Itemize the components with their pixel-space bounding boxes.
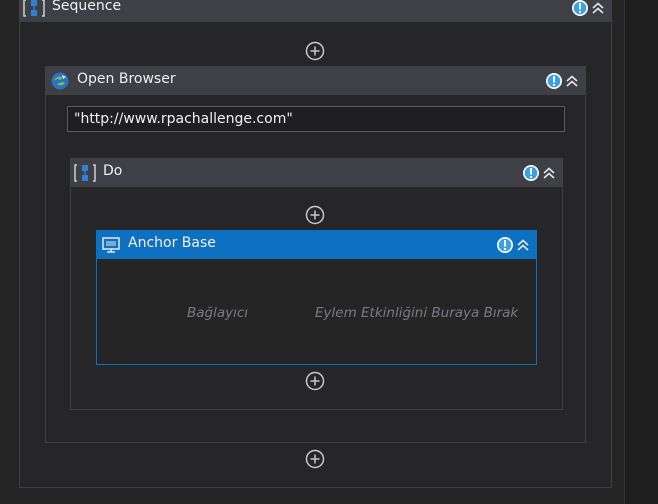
info-icon[interactable]	[496, 236, 514, 254]
collapse-chevron-icon[interactable]	[565, 74, 579, 88]
info-icon[interactable]	[545, 72, 563, 90]
do-header[interactable]: Do	[71, 159, 562, 187]
info-icon[interactable]	[571, 0, 589, 17]
collapse-chevron-icon[interactable]	[542, 166, 556, 180]
anchor-base-activity[interactable]: Anchor Base Bağlayıcı Eylem Etkinliğini …	[96, 230, 537, 365]
collapse-chevron-icon[interactable]	[591, 1, 605, 15]
sequence-header[interactable]: Sequence	[20, 0, 611, 22]
open-browser-title: Open Browser	[77, 71, 176, 87]
workflow-canvas: Sequence Open Browser "http://www.rpacha…	[0, 0, 658, 504]
add-activity-icon[interactable]	[305, 371, 325, 391]
sequence-title: Sequence	[52, 0, 122, 14]
info-icon[interactable]	[522, 164, 540, 182]
designer-right-rail	[624, 0, 658, 504]
anchor-base-header[interactable]: Anchor Base	[97, 231, 536, 259]
browser-icon	[51, 72, 69, 90]
sequence-icon	[74, 164, 96, 182]
open-browser-header-tools	[545, 72, 579, 90]
action-drop-hint[interactable]: Eylem Etkinliğini Buraya Bırak	[315, 305, 518, 321]
add-activity-icon[interactable]	[305, 205, 325, 225]
sequence-icon	[23, 0, 45, 17]
sequence-header-tools	[571, 0, 605, 17]
open-browser-header[interactable]: Open Browser	[46, 67, 585, 95]
add-activity-icon[interactable]	[305, 449, 325, 469]
do-header-tools	[522, 164, 556, 182]
url-input[interactable]	[67, 106, 565, 132]
anchor-drop-hint[interactable]: Bağlayıcı	[187, 305, 248, 321]
anchor-base-title: Anchor Base	[128, 235, 216, 251]
add-activity-icon[interactable]	[305, 41, 325, 61]
collapse-chevron-icon[interactable]	[516, 238, 530, 252]
anchor-base-header-tools	[496, 236, 530, 254]
do-title: Do	[103, 163, 123, 179]
anchor-base-icon	[102, 237, 120, 253]
